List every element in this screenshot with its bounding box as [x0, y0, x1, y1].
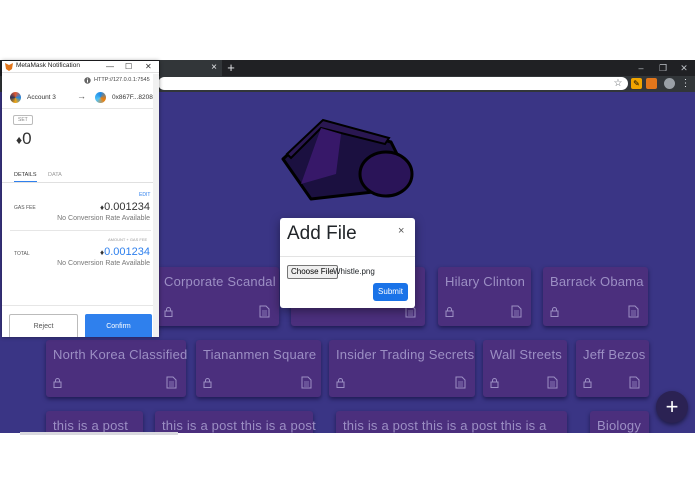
add-file-modal: Add File × Choose File Whistle.png Submi… [280, 218, 415, 308]
divider [2, 305, 159, 306]
selected-file-name: Whistle.png [333, 267, 375, 276]
gas-fee-conversion-note: No Conversion Rate Available [57, 215, 150, 222]
horizontal-scrollbar[interactable] [20, 432, 178, 435]
lock-icon [336, 378, 345, 388]
to-account-avatar [95, 92, 106, 103]
metamask-fox-icon[interactable] [646, 78, 657, 89]
total-amount: 0.001234 [104, 246, 150, 258]
document-icon[interactable] [301, 376, 312, 389]
post-card-title: this is a post this is a post this is a [343, 418, 547, 433]
post-card-title: Biology [597, 418, 642, 433]
star-icon[interactable]: ☆ [612, 77, 624, 90]
lock-icon [550, 307, 559, 317]
edit-link[interactable]: EDIT [139, 192, 150, 198]
from-account-avatar [10, 92, 21, 103]
from-account-name: Account 3 [27, 94, 56, 101]
post-card-title: Wall Streets [490, 347, 562, 362]
confirm-button[interactable]: Confirm [85, 314, 152, 337]
post-card-title: this is a post [53, 418, 129, 433]
post-card-title: Corporate Scandal [164, 274, 276, 289]
close-icon[interactable]: ✕ [145, 61, 152, 73]
document-icon[interactable] [511, 305, 522, 318]
lock-icon [445, 307, 454, 317]
post-card[interactable]: Corporate Scandal [157, 267, 279, 326]
add-post-button[interactable]: + [656, 391, 688, 423]
post-card-title: this is a post this is a post [162, 418, 316, 433]
metamask-window-title: MetaMask Notification [16, 62, 80, 69]
minimize-icon[interactable]: – [634, 60, 648, 76]
document-icon[interactable] [547, 376, 558, 389]
document-icon[interactable] [628, 305, 639, 318]
set-badge: SET [13, 115, 33, 125]
account-bar: Account 3 → 0x867F...8208 [2, 86, 159, 109]
choose-file-button[interactable]: Choose File [287, 265, 338, 279]
post-card[interactable]: Insider Trading Secrets [329, 340, 475, 397]
lock-icon [490, 378, 499, 388]
post-card-title: Insider Trading Secrets [336, 347, 475, 362]
document-icon[interactable] [259, 305, 270, 318]
lock-icon [583, 378, 592, 388]
arrow-right-icon: → [77, 91, 86, 101]
post-card[interactable]: Jeff Bezos [576, 340, 649, 397]
tab-details[interactable]: DETAILS [14, 172, 37, 182]
to-account-address: 0x867F...8208 [112, 94, 153, 101]
whistle-logo-icon [281, 118, 414, 201]
amount-gas-label: AMOUNT + GAS FEE [108, 237, 148, 242]
post-card[interactable]: North Korea Classified [46, 340, 188, 397]
maximize-icon[interactable]: ☐ [125, 61, 132, 73]
total-label: TOTAL [14, 251, 30, 257]
post-card[interactable]: Tiananmen Square [196, 340, 321, 397]
origin-url: HTTP://127.0.0.1:7545 [94, 77, 150, 83]
metamask-tabs: DETAILS DATA [2, 168, 159, 183]
screen: × + – ❐ ✕ ☆ ✎ ⋮ Corporate Scandal Hilary… [0, 0, 695, 494]
tab-data[interactable]: DATA [48, 172, 62, 178]
menu-icon[interactable]: ⋮ [680, 78, 691, 89]
lock-icon [203, 378, 212, 388]
close-icon[interactable]: × [398, 225, 404, 237]
modal-title: Add File [287, 223, 357, 244]
minimize-icon[interactable]: — [106, 61, 114, 73]
gas-fee-value: ♦0.001234 [62, 201, 150, 213]
document-icon[interactable] [629, 376, 640, 389]
tab-close-icon[interactable]: × [209, 60, 219, 76]
post-card-title: Tiananmen Square [203, 347, 317, 362]
close-window-icon[interactable]: ✕ [677, 60, 691, 76]
metamask-titlebar: MetaMask Notification — ☐ ✕ [2, 61, 159, 73]
metamask-fox-icon [5, 63, 13, 71]
post-card[interactable]: Hilary Clinton [438, 267, 531, 326]
post-card[interactable]: this is a post [46, 411, 143, 433]
lock-icon [164, 307, 173, 317]
info-icon [84, 77, 91, 84]
document-icon[interactable] [455, 376, 466, 389]
new-tab-button[interactable]: + [225, 60, 237, 76]
key-icon[interactable]: ✎ [631, 78, 642, 89]
total-conversion-note: No Conversion Rate Available [57, 260, 150, 267]
metamask-notification-window: MetaMask Notification — ☐ ✕ HTTP://127.0… [2, 61, 159, 337]
total-value: ♦0.001234 [62, 246, 150, 258]
lock-icon [53, 378, 62, 388]
post-card[interactable]: this is a post this is a post [155, 411, 316, 433]
post-card[interactable]: Wall Streets [483, 340, 567, 397]
post-card[interactable]: Biology [590, 411, 649, 433]
address-bar[interactable] [158, 77, 628, 90]
post-card[interactable]: this is a post this is a post this is a [336, 411, 567, 433]
post-card-title: North Korea Classified [53, 347, 188, 362]
maximize-icon[interactable]: ❐ [656, 60, 670, 76]
metamask-scrollbar[interactable] [153, 74, 159, 337]
amount-value: 0 [22, 129, 32, 148]
gas-fee-label: GAS FEE [14, 205, 36, 211]
profile-icon[interactable] [664, 78, 675, 89]
post-card-title: Jeff Bezos [583, 347, 646, 362]
divider [10, 230, 151, 231]
document-icon[interactable] [166, 376, 177, 389]
post-card-title: Barrack Obama [550, 274, 644, 289]
divider [280, 256, 415, 257]
submit-button[interactable]: Submit [373, 283, 408, 301]
amount-display: ♦0 [16, 129, 32, 149]
post-card[interactable]: Barrack Obama [543, 267, 648, 326]
post-card-title: Hilary Clinton [445, 274, 526, 289]
gas-fee-amount: 0.001234 [104, 201, 150, 213]
reject-button[interactable]: Reject [9, 314, 78, 337]
